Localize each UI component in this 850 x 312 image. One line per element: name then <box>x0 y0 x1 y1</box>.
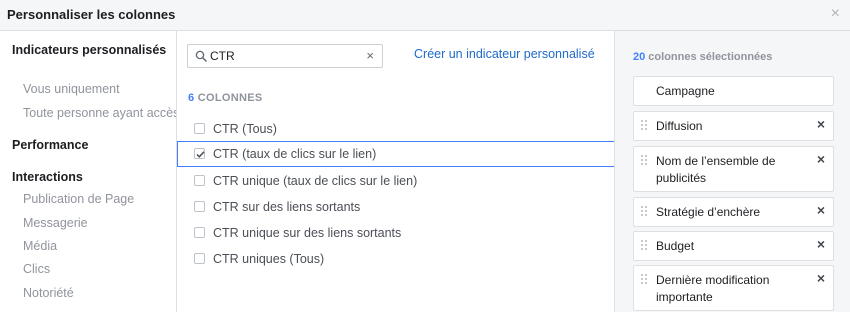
selected-column[interactable]: Stratégie d’enchère × <box>633 197 834 227</box>
checkbox[interactable] <box>194 227 205 238</box>
checkmark-icon <box>196 151 205 158</box>
sidebar-heading-custom-metrics[interactable]: Indicateurs personnalisés <box>12 42 172 59</box>
drag-handle-icon[interactable] <box>640 154 648 168</box>
drag-handle-icon[interactable] <box>640 239 648 253</box>
remove-icon[interactable]: × <box>817 202 825 218</box>
drag-handle-icon[interactable] <box>640 119 648 133</box>
column-option-selected[interactable]: CTR (taux de clics sur le lien) <box>177 141 614 167</box>
results-count-suffix: COLONNES <box>194 92 263 104</box>
category-sidebar: Indicateurs personnalisés Vous uniquemen… <box>0 31 177 312</box>
checkbox[interactable] <box>194 253 205 264</box>
search-icon <box>195 50 207 62</box>
selected-column[interactable]: Budget × <box>633 231 834 261</box>
sidebar-item-messaging[interactable]: Messagerie <box>23 216 88 230</box>
selected-column-label: Stratégie d’enchère <box>656 205 761 219</box>
selected-count: 20 <box>633 51 646 63</box>
search-results-panel: × Créer un indicateur personnalisé 6 COL… <box>177 31 614 312</box>
column-option-label: CTR unique (taux de clics sur le lien) <box>213 174 418 188</box>
selected-column-label: Dernière modification importante <box>656 273 770 304</box>
dialog-title: Personnaliser les colonnes <box>7 7 176 22</box>
column-option[interactable]: CTR sur des liens sortants <box>177 194 614 220</box>
selected-column-fixed: Campagne <box>633 76 834 106</box>
column-option-label: CTR (taux de clics sur le lien) <box>213 147 377 161</box>
remove-icon[interactable]: × <box>817 151 825 167</box>
selected-column-label: Nom de l’ensemble de publicités <box>656 154 776 185</box>
column-option[interactable]: CTR unique sur des liens sortants <box>177 220 614 246</box>
checkbox[interactable] <box>194 201 205 212</box>
checkbox-checked[interactable] <box>194 148 205 159</box>
dialog-header: Personnaliser les colonnes × <box>0 0 850 31</box>
selected-column-label: Budget <box>656 239 695 253</box>
column-option[interactable]: CTR (Tous) <box>177 116 614 142</box>
selected-column-label: Campagne <box>656 84 715 98</box>
sidebar-heading-interactions[interactable]: Interactions <box>12 169 172 186</box>
selected-column[interactable]: Dernière modification importante × <box>633 265 834 311</box>
remove-icon[interactable]: × <box>817 270 825 286</box>
sidebar-item-anyone-with-access[interactable]: Toute personne ayant accès <box>23 106 176 120</box>
sidebar-item-only-you[interactable]: Vous uniquement <box>23 82 120 96</box>
sidebar-item-media[interactable]: Média <box>23 239 57 253</box>
column-option-label: CTR unique sur des liens sortants <box>213 226 402 240</box>
results-count-label: 6 COLONNES <box>188 92 263 104</box>
create-custom-metric-link[interactable]: Créer un indicateur personnalisé <box>414 47 595 61</box>
drag-handle-icon[interactable] <box>640 205 648 219</box>
close-icon[interactable]: × <box>831 5 840 23</box>
sidebar-heading-performance[interactable]: Performance <box>12 137 172 154</box>
sidebar-item-page-post[interactable]: Publication de Page <box>23 192 134 206</box>
search-input[interactable] <box>210 48 360 64</box>
drag-handle-icon[interactable] <box>640 273 648 287</box>
search-box[interactable]: × <box>187 44 383 68</box>
selected-columns-panel: 20 colonnes sélectionnées Campagne Diffu… <box>614 31 850 312</box>
remove-icon[interactable]: × <box>817 116 825 132</box>
selected-count-label: 20 colonnes sélectionnées <box>633 51 772 63</box>
selected-count-suffix: colonnes sélectionnées <box>645 51 773 63</box>
checkbox[interactable] <box>194 175 205 186</box>
sidebar-item-awareness[interactable]: Notoriété <box>23 286 74 300</box>
column-option-label: CTR sur des liens sortants <box>213 200 361 214</box>
selected-column-label: Diffusion <box>656 119 703 133</box>
clear-search-icon[interactable]: × <box>366 49 374 63</box>
remove-icon[interactable]: × <box>817 236 825 252</box>
column-option[interactable]: CTR uniques (Tous) <box>177 246 614 272</box>
selected-column[interactable]: Diffusion × <box>633 111 834 141</box>
column-option[interactable]: CTR unique (taux de clics sur le lien) <box>177 168 614 194</box>
column-option-label: CTR uniques (Tous) <box>213 252 325 266</box>
column-option-label: CTR (Tous) <box>213 122 277 136</box>
checkbox[interactable] <box>194 123 205 134</box>
selected-column[interactable]: Nom de l’ensemble de publicités × <box>633 146 834 192</box>
sidebar-item-clicks[interactable]: Clics <box>23 262 50 276</box>
